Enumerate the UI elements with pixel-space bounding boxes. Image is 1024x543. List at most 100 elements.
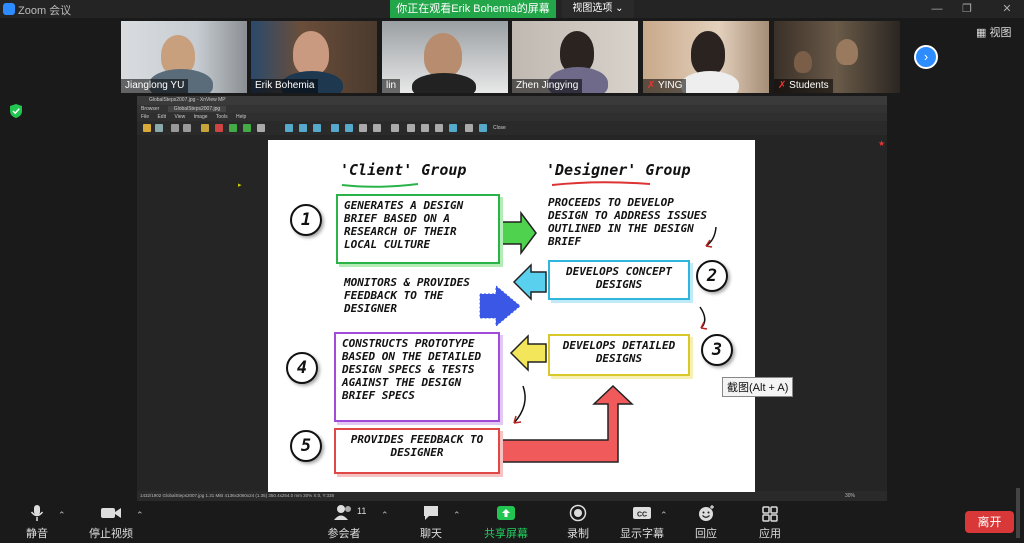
window-title: Zoom 会议	[18, 5, 72, 17]
muted-icon: ✗	[647, 80, 658, 91]
tab-image[interactable]: GlobalSteps2007.jpg	[167, 106, 227, 112]
apps-button[interactable]: 应用	[740, 504, 800, 541]
video-options-chevron-icon[interactable]: ⌃	[136, 510, 144, 521]
xnview-title: GlobalSteps2007.jpg - XnView MP	[137, 96, 887, 105]
menu-image[interactable]: Image	[194, 114, 208, 120]
step-number-3: 3	[701, 334, 733, 366]
menu-view[interactable]: View	[174, 114, 185, 120]
adjust-icon[interactable]	[215, 124, 223, 132]
redo-icon[interactable]	[183, 124, 191, 132]
next-icon[interactable]	[345, 124, 353, 132]
participants-chevron-icon[interactable]: ⌃	[381, 510, 389, 521]
participants-button[interactable]: 11 参会者	[314, 504, 374, 541]
record-icon	[569, 504, 587, 522]
monitors-feedback-text: Monitors & provides feedback to the desi…	[344, 276, 470, 315]
save-icon[interactable]	[155, 124, 163, 132]
participant-name: Erik Bohemia	[251, 79, 319, 93]
undo-icon[interactable]	[171, 124, 179, 132]
stop-video-button[interactable]: 停止视频	[81, 504, 141, 541]
closed-captions-icon: CC	[633, 507, 651, 519]
record-button[interactable]: 录制	[548, 504, 608, 541]
client-group-header: 'Client' Group	[340, 161, 467, 179]
menu-edit[interactable]: Edit	[157, 114, 166, 120]
view-options-button[interactable]: 视图选项 ⌄	[562, 0, 634, 18]
people-icon	[334, 505, 351, 520]
viewing-banner: 你正在观看Erik Bohemia的屏幕	[390, 0, 556, 18]
participant-count: 11	[357, 506, 367, 516]
participant-name: lin	[382, 79, 401, 93]
participant-name: Zhen Jingying	[512, 79, 583, 93]
settings-icon[interactable]	[465, 124, 473, 132]
fullscreen-icon[interactable]	[391, 124, 399, 132]
smiley-icon	[699, 505, 714, 521]
close-icon[interactable]: ✕	[1000, 2, 1014, 16]
close-image-button[interactable]: Close	[493, 125, 506, 131]
participant-tile-active-speaker[interactable]: Erik Bohemia	[251, 21, 377, 93]
compare-icon[interactable]	[435, 124, 443, 132]
print-icon[interactable]	[421, 124, 429, 132]
chat-bubble-icon	[424, 506, 438, 520]
designer-step-1: Proceeds to develop design to address is…	[548, 196, 707, 248]
screenshot-tooltip: 截图(Alt + A)	[722, 377, 794, 397]
apps-icon	[762, 506, 778, 522]
audio-options-chevron-icon[interactable]: ⌃	[58, 510, 66, 521]
designer-step-3: Develops detailed designs	[548, 334, 690, 376]
scrollbar[interactable]	[1016, 488, 1020, 538]
last-icon[interactable]	[373, 124, 381, 132]
shield-check-icon[interactable]	[10, 104, 22, 118]
remote-cursor-icon: ▸	[238, 182, 242, 189]
prev-icon[interactable]	[331, 124, 339, 132]
zoom-logo-icon	[3, 3, 15, 15]
participant-name: ✗ YING	[643, 79, 687, 93]
participant-tile[interactable]: lin	[382, 21, 508, 93]
delete-icon[interactable]	[407, 124, 415, 132]
xnview-status-bar: 1432/1902 GlobalSteps2007.jpg 1.31 MiB 4…	[137, 491, 887, 501]
folder-icon[interactable]	[143, 124, 151, 132]
reactions-button[interactable]: 回应	[676, 504, 736, 541]
grid-view-button[interactable]: ▦ 视图	[976, 24, 1011, 40]
menu-help[interactable]: Help	[236, 114, 246, 120]
next-page-button[interactable]: ›	[914, 45, 938, 69]
chat-chevron-icon[interactable]: ⌃	[453, 510, 461, 521]
step-number-2: 2	[696, 260, 728, 292]
info-icon[interactable]	[479, 124, 487, 132]
star-icon[interactable]: ★	[878, 139, 885, 148]
share-screen-icon	[497, 506, 515, 520]
menu-file[interactable]: File	[141, 114, 149, 120]
slideshow-icon[interactable]	[449, 124, 457, 132]
participant-tile[interactable]: Jianglong YU	[121, 21, 247, 93]
minimize-icon[interactable]: —	[930, 2, 944, 16]
leave-meeting-button[interactable]: 离开	[965, 511, 1014, 533]
zoom-level[interactable]: 30%	[845, 493, 855, 499]
chat-button[interactable]: 聊天	[401, 504, 461, 541]
crop-icon[interactable]	[257, 124, 265, 132]
participants-icon: 11	[314, 504, 374, 522]
filter-icon[interactable]	[243, 124, 251, 132]
restore-icon[interactable]: ❐	[960, 2, 974, 16]
zoom-out-icon[interactable]	[299, 124, 307, 132]
muted-icon: ✗	[778, 80, 790, 91]
participant-name: Jianglong YU	[121, 79, 189, 93]
participant-tile[interactable]: ✗ YING	[643, 21, 769, 93]
tab-browser[interactable]: Browser	[141, 106, 159, 112]
xnview-toolbar: Close	[137, 121, 887, 135]
participant-tile[interactable]: Zhen Jingying	[512, 21, 638, 93]
menu-tools[interactable]: Tools	[216, 114, 228, 120]
microphone-icon	[30, 505, 44, 521]
step-number-5: 5	[290, 430, 322, 462]
zoom-fit-icon[interactable]	[313, 124, 321, 132]
step-number-1: 1	[290, 204, 322, 236]
share-screen-button[interactable]: 共享屏幕	[476, 504, 536, 541]
client-step-5: Provides feedback to designer	[334, 428, 500, 474]
color-icon[interactable]	[229, 124, 237, 132]
participant-tile[interactable]: ✗ Students	[774, 21, 900, 93]
client-step-4: Constructs prototype based on the detail…	[334, 332, 500, 422]
step-number-4: 4	[286, 352, 318, 384]
image-icon[interactable]	[201, 124, 209, 132]
first-icon[interactable]	[359, 124, 367, 132]
designer-group-header: 'Designer' Group	[546, 161, 691, 179]
captions-chevron-icon[interactable]: ⌃	[660, 510, 668, 521]
grid-icon: ▦	[976, 27, 987, 39]
zoom-in-icon[interactable]	[285, 124, 293, 132]
xnview-menu-bar: File Edit View Image Tools Help	[137, 113, 887, 121]
